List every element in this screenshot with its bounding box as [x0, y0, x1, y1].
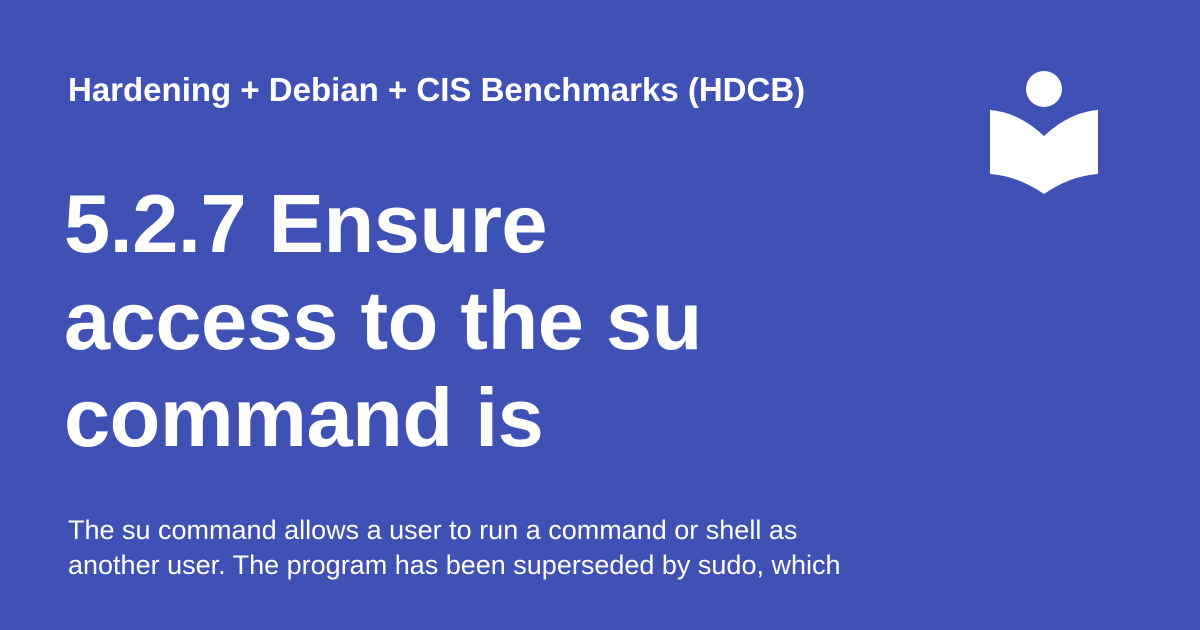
page-title: 5.2.7 Ensure access to the su command is	[64, 175, 924, 466]
title-line: command is	[64, 371, 544, 464]
site-name: Hardening + Debian + CIS Benchmarks (HDC…	[68, 71, 806, 108]
title-line: access to the su	[64, 274, 702, 367]
description: The su command allows a user to run a co…	[68, 513, 908, 583]
title-line: 5.2.7 Ensure	[64, 177, 548, 270]
description-line: The su command allows a user to run a co…	[68, 515, 798, 545]
social-preview-card: Hardening + Debian + CIS Benchmarks (HDC…	[0, 0, 1200, 630]
book-reader-icon	[988, 70, 1100, 198]
description-line: another user. The program has been super…	[68, 550, 841, 580]
